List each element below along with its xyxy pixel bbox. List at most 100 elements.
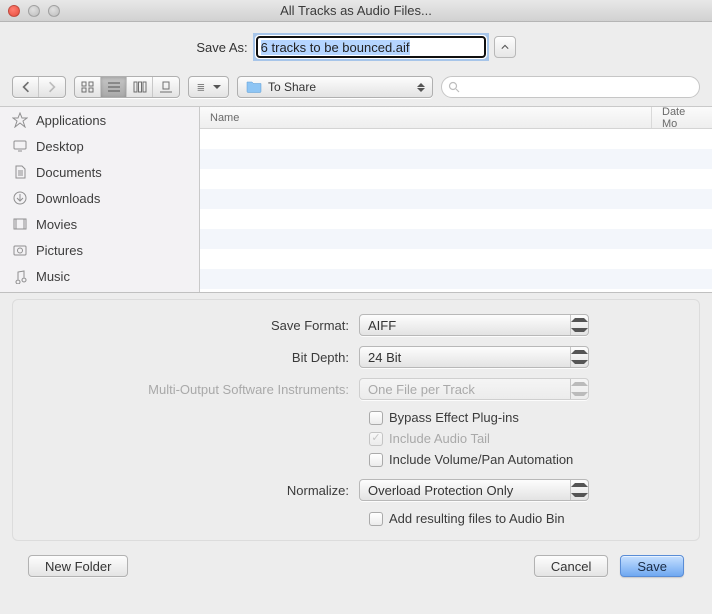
view-column-button[interactable] bbox=[127, 77, 153, 97]
applications-icon bbox=[12, 112, 28, 128]
sidebar-item-label: Desktop bbox=[36, 139, 84, 154]
chevron-up-icon bbox=[501, 44, 509, 50]
nav-back-button[interactable] bbox=[13, 77, 39, 97]
sidebar-item-label: Applications bbox=[36, 113, 106, 128]
sidebar-item-downloads[interactable]: Downloads bbox=[0, 185, 199, 211]
dropdown-arrows-icon bbox=[414, 80, 428, 94]
volume-pan-checkbox[interactable] bbox=[369, 453, 383, 467]
sidebar-item-documents[interactable]: Documents bbox=[0, 159, 199, 185]
options-area: Save Format: AIFF Bit Depth: 24 Bit bbox=[0, 293, 712, 614]
search-input[interactable] bbox=[441, 76, 700, 98]
folder-icon bbox=[246, 79, 262, 96]
audio-tail-label: Include Audio Tail bbox=[389, 431, 490, 446]
bypass-checkbox-row[interactable]: Bypass Effect Plug-ins bbox=[369, 410, 519, 425]
file-pane: Name Date Mo bbox=[200, 107, 712, 292]
search-icon bbox=[448, 81, 460, 93]
titlebar[interactable]: All Tracks as Audio Files... bbox=[0, 0, 712, 22]
stepper-arrows-icon bbox=[570, 379, 588, 399]
list-icon bbox=[107, 81, 121, 93]
sidebar-item-pictures[interactable]: Pictures bbox=[0, 237, 199, 263]
columns-icon bbox=[133, 81, 147, 93]
volume-pan-label: Include Volume/Pan Automation bbox=[389, 452, 573, 467]
save-as-label: Save As: bbox=[196, 40, 247, 55]
save-button[interactable]: Save bbox=[620, 555, 684, 577]
add-to-bin-checkbox-row[interactable]: Add resulting files to Audio Bin bbox=[369, 511, 565, 526]
file-list-header: Name Date Mo bbox=[200, 107, 712, 129]
audio-tail-checkbox bbox=[369, 432, 383, 446]
file-row bbox=[200, 129, 712, 149]
sidebar: Applications Desktop Documents Downloads… bbox=[0, 107, 200, 292]
view-coverflow-button[interactable] bbox=[153, 77, 179, 97]
dialog-footer: New Folder Cancel Save bbox=[12, 551, 700, 591]
file-row bbox=[200, 189, 712, 209]
sidebar-item-label: Documents bbox=[36, 165, 102, 180]
sidebar-item-movies[interactable]: Movies bbox=[0, 211, 199, 237]
volume-pan-checkbox-row[interactable]: Include Volume/Pan Automation bbox=[369, 452, 573, 467]
window-title: All Tracks as Audio Files... bbox=[0, 3, 712, 18]
file-row bbox=[200, 269, 712, 289]
column-header-name[interactable]: Name bbox=[200, 107, 652, 128]
sidebar-item-label: Pictures bbox=[36, 243, 83, 258]
view-mode-segmented bbox=[74, 76, 180, 98]
normalize-label: Normalize: bbox=[29, 483, 359, 498]
column-header-date[interactable]: Date Mo bbox=[652, 107, 712, 128]
sidebar-item-applications[interactable]: Applications bbox=[0, 107, 199, 133]
file-list[interactable] bbox=[200, 129, 712, 292]
documents-icon bbox=[12, 164, 28, 180]
sidebar-item-desktop[interactable]: Desktop bbox=[0, 133, 199, 159]
bypass-label: Bypass Effect Plug-ins bbox=[389, 410, 519, 425]
normalize-select[interactable]: Overload Protection Only bbox=[359, 479, 589, 501]
coverflow-icon bbox=[159, 81, 173, 93]
file-row bbox=[200, 169, 712, 189]
dropdown-arrows-icon bbox=[210, 80, 224, 94]
expand-collapse-button[interactable] bbox=[494, 36, 516, 58]
bit-depth-label: Bit Depth: bbox=[29, 350, 359, 365]
stepper-arrows-icon bbox=[570, 315, 588, 335]
view-icon-button[interactable] bbox=[75, 77, 101, 97]
options-panel: Save Format: AIFF Bit Depth: 24 Bit bbox=[12, 299, 700, 541]
nav-back-forward bbox=[12, 76, 66, 98]
downloads-icon bbox=[12, 190, 28, 206]
add-to-bin-checkbox[interactable] bbox=[369, 512, 383, 526]
add-to-bin-label: Add resulting files to Audio Bin bbox=[389, 511, 565, 526]
sidebar-item-label: Music bbox=[36, 269, 70, 284]
new-folder-button[interactable]: New Folder bbox=[28, 555, 128, 577]
browser-toolbar: To Share bbox=[0, 70, 712, 107]
bit-depth-select[interactable]: 24 Bit bbox=[359, 346, 589, 368]
file-row bbox=[200, 249, 712, 269]
save-format-select[interactable]: AIFF bbox=[359, 314, 589, 336]
arrange-dropdown[interactable] bbox=[188, 76, 229, 98]
bit-depth-value: 24 Bit bbox=[368, 350, 401, 365]
sidebar-item-music[interactable]: Music bbox=[0, 263, 199, 289]
location-dropdown[interactable]: To Share bbox=[237, 76, 433, 98]
search-field-wrapper bbox=[441, 76, 700, 98]
file-row bbox=[200, 149, 712, 169]
save-format-label: Save Format: bbox=[29, 318, 359, 333]
movies-icon bbox=[12, 216, 28, 232]
chevron-left-icon bbox=[19, 81, 33, 93]
stepper-arrows-icon bbox=[570, 347, 588, 367]
multi-output-select: One File per Track bbox=[359, 378, 589, 400]
save-as-input[interactable] bbox=[256, 36, 486, 58]
multi-output-value: One File per Track bbox=[368, 382, 475, 397]
stepper-arrows-icon bbox=[570, 480, 588, 500]
normalize-value: Overload Protection Only bbox=[368, 483, 513, 498]
file-row bbox=[200, 209, 712, 229]
location-label: To Share bbox=[268, 80, 316, 94]
file-row bbox=[200, 229, 712, 249]
view-list-button[interactable] bbox=[101, 77, 127, 97]
pictures-icon bbox=[12, 242, 28, 258]
bypass-checkbox[interactable] bbox=[369, 411, 383, 425]
dialog-window: All Tracks as Audio Files... Save As: To… bbox=[0, 0, 712, 614]
cancel-button[interactable]: Cancel bbox=[534, 555, 608, 577]
sidebar-item-label: Movies bbox=[36, 217, 77, 232]
multi-output-label: Multi-Output Software Instruments: bbox=[29, 382, 359, 397]
chevron-right-icon bbox=[45, 81, 59, 93]
file-browser: Applications Desktop Documents Downloads… bbox=[0, 107, 712, 293]
desktop-icon bbox=[12, 138, 28, 154]
grid-icon bbox=[81, 81, 95, 93]
save-format-value: AIFF bbox=[368, 318, 396, 333]
sidebar-item-label: Downloads bbox=[36, 191, 100, 206]
save-as-row: Save As: bbox=[0, 22, 712, 70]
nav-forward-button[interactable] bbox=[39, 77, 65, 97]
